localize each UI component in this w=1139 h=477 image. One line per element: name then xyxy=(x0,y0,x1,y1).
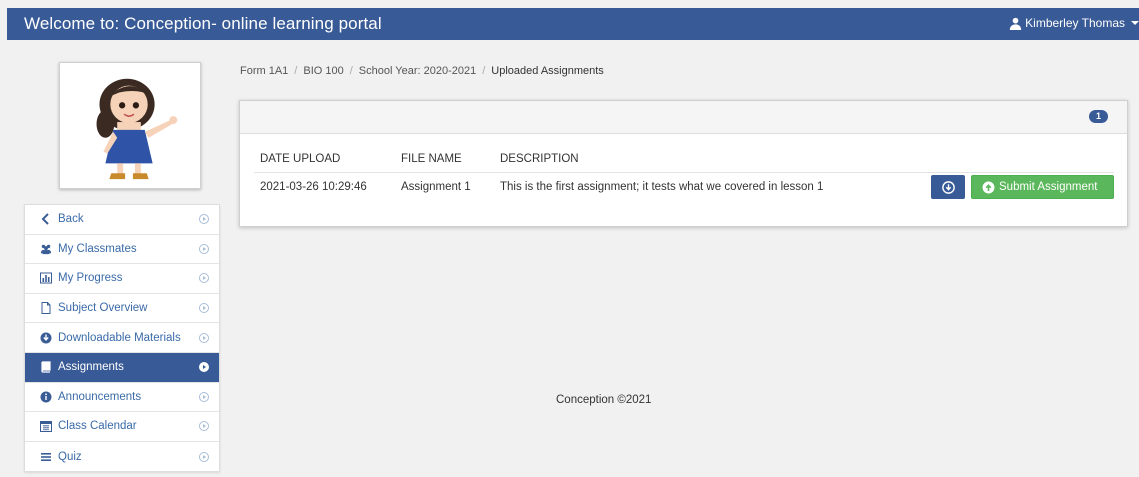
download-circle-icon xyxy=(941,180,955,194)
sidebar-item-class-calendar[interactable]: Class Calendar xyxy=(25,412,219,442)
sidebar-item-back[interactable]: Back xyxy=(25,205,219,235)
circle-arrow-icon xyxy=(199,273,209,284)
file-icon xyxy=(39,302,52,315)
uploaded-assignments-panel: 1 DATE UPLOAD FILE NAME DESCRIPTION 2021… xyxy=(239,100,1128,227)
panel-header: 1 xyxy=(240,101,1127,134)
circle-arrow-icon xyxy=(199,332,209,343)
top-navbar: Welcome to: Conception- online learning … xyxy=(7,8,1139,40)
footer-copyright: Conception ©2021 xyxy=(556,394,652,406)
sidebar-item-label: Back xyxy=(58,213,84,226)
sidebar-item-announcements[interactable]: Announcements xyxy=(25,383,219,413)
sidebar-item-my-progress[interactable]: My Progress xyxy=(25,264,219,294)
sidebar-item-label: My Progress xyxy=(58,272,123,285)
download-button[interactable] xyxy=(931,175,965,199)
cell-date-upload: 2021-03-26 10:29:46 xyxy=(260,181,367,193)
user-icon xyxy=(1009,17,1022,30)
sidebar-item-label: Downloadable Materials xyxy=(58,331,181,344)
cell-file-name: Assignment 1 xyxy=(401,181,471,193)
circle-arrow-icon xyxy=(199,243,209,254)
sidebar-item-label: Announcements xyxy=(58,390,142,403)
bar-chart-icon xyxy=(39,272,52,285)
sidebar-item-label: Class Calendar xyxy=(58,420,137,433)
caret-down-icon xyxy=(1131,21,1139,25)
sidebar-item-my-classmates[interactable]: My Classmates xyxy=(25,235,219,265)
breadcrumb-separator: / xyxy=(482,65,486,77)
breadcrumb-form[interactable]: Form 1A1 xyxy=(240,65,288,77)
sidebar-item-quiz[interactable]: Quiz xyxy=(25,442,219,472)
user-name: Kimberley Thomas xyxy=(1025,16,1125,30)
circle-arrow-icon xyxy=(199,362,209,373)
breadcrumb: Form 1A1 / BIO 100 / School Year: 2020-2… xyxy=(240,65,604,77)
circle-arrow-icon xyxy=(199,303,209,314)
breadcrumb-separator: / xyxy=(349,65,353,77)
student-avatar xyxy=(59,62,201,189)
circle-arrow-icon xyxy=(199,421,209,432)
breadcrumb-school-year[interactable]: School Year: 2020-2021 xyxy=(359,65,476,77)
submit-assignment-button[interactable]: Submit Assignment xyxy=(971,175,1114,199)
chevron-left-icon xyxy=(39,213,52,226)
download-circle-icon xyxy=(39,331,52,344)
info-icon xyxy=(39,390,52,403)
table-header: DATE UPLOAD FILE NAME DESCRIPTION xyxy=(254,145,1114,173)
column-header-date-upload: DATE UPLOAD xyxy=(260,152,341,165)
circle-arrow-icon xyxy=(199,391,209,402)
breadcrumb-subject[interactable]: BIO 100 xyxy=(303,65,343,77)
circle-arrow-icon xyxy=(199,451,209,462)
submit-assignment-label: Submit Assignment xyxy=(999,181,1098,193)
circle-arrow-icon xyxy=(199,214,209,225)
sidebar-item-downloadable-materials[interactable]: Downloadable Materials xyxy=(25,323,219,353)
breadcrumb-current: Uploaded Assignments xyxy=(491,65,604,77)
breadcrumb-separator: / xyxy=(294,65,298,77)
user-menu[interactable]: Kimberley Thomas xyxy=(1009,16,1139,30)
table-row: 2021-03-26 10:29:46 Assignment 1 This is… xyxy=(254,173,1114,201)
assignments-table: DATE UPLOAD FILE NAME DESCRIPTION 2021-0… xyxy=(254,145,1114,201)
portal-title: Welcome to: Conception- online learning … xyxy=(24,14,382,33)
sidebar-item-label: Quiz xyxy=(58,450,82,463)
cell-description: This is the first assignment; it tests w… xyxy=(500,181,824,193)
sidebar-item-subject-overview[interactable]: Subject Overview xyxy=(25,294,219,324)
sidebar-item-label: Assignments xyxy=(58,361,124,374)
upload-circle-icon xyxy=(982,181,995,193)
list-icon xyxy=(39,450,52,463)
calendar-icon xyxy=(39,420,52,433)
column-header-description: DESCRIPTION xyxy=(500,152,579,165)
sidebar-item-label: Subject Overview xyxy=(58,302,148,315)
sidebar-menu: Back My Classmates My Progress Subject O… xyxy=(24,204,220,473)
assignment-count-badge: 1 xyxy=(1089,110,1108,123)
sidebar-item-assignments[interactable]: Assignments xyxy=(25,352,219,383)
users-icon xyxy=(39,242,52,255)
book-icon xyxy=(39,361,52,374)
column-header-file-name: FILE NAME xyxy=(401,152,462,165)
sidebar-item-label: My Classmates xyxy=(58,242,137,255)
